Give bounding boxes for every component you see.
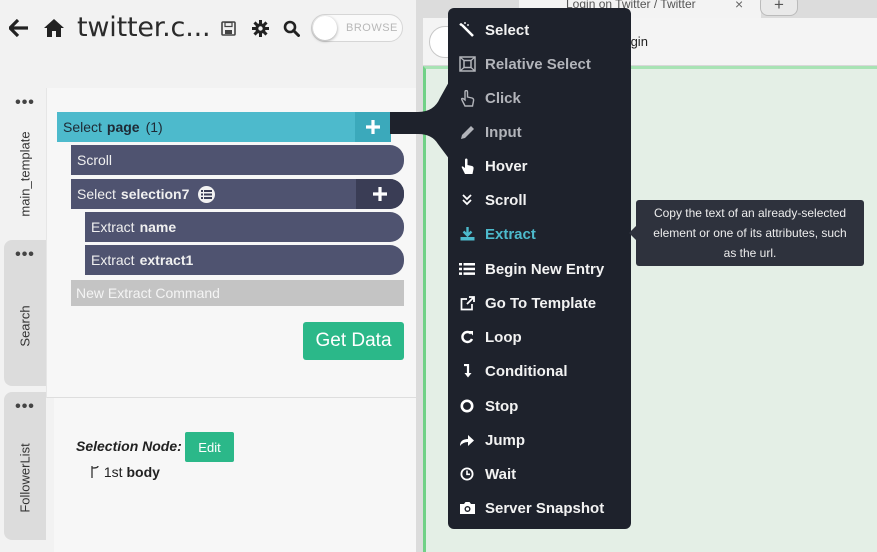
clock-icon <box>457 464 477 484</box>
command-type: Select <box>63 119 102 135</box>
camera-icon <box>457 498 477 518</box>
tab-menu-dots-icon[interactable]: ••• <box>4 95 46 111</box>
menu-item-wait[interactable]: Wait <box>448 457 631 491</box>
tab-menu-dots-icon[interactable]: ••• <box>4 399 46 415</box>
browse-label: BROWSE <box>346 22 398 34</box>
menu-item-input[interactable]: Input <box>448 115 631 149</box>
menu-item-jump[interactable]: Jump <box>448 423 631 457</box>
menu-item-label: Hover <box>485 157 528 175</box>
command-target: selection7 <box>120 186 190 202</box>
conditional-arrow-icon <box>457 361 477 381</box>
command-type: Extract <box>91 252 135 268</box>
command-select-selection7[interactable]: Select selection7 <box>71 179 404 209</box>
command-target: page <box>106 119 140 135</box>
menu-item-label: Scroll <box>485 191 527 209</box>
tab-menu-dots-icon[interactable]: ••• <box>4 247 46 263</box>
get-data-button[interactable]: Get Data <box>303 322 404 360</box>
search-icon[interactable] <box>281 14 301 42</box>
selection-path: 1st body <box>90 464 160 480</box>
share-arrow-icon <box>457 430 477 450</box>
list-icon[interactable] <box>198 185 216 203</box>
command-extract-name[interactable]: Extract name <box>85 212 404 242</box>
edit-selection-button[interactable]: Edit <box>185 432 234 462</box>
tab-label: Search <box>17 305 33 347</box>
gear-icon[interactable] <box>250 14 270 42</box>
toggle-knob <box>313 16 337 40</box>
menu-item-scroll[interactable]: Scroll <box>448 183 631 217</box>
selection-node-label: Selection Node: <box>76 438 182 454</box>
menu-item-label: Begin New Entry <box>485 260 605 278</box>
menu-item-click[interactable]: Click <box>448 81 631 115</box>
menu-item-conditional[interactable]: Conditional <box>448 354 631 388</box>
page-title: twitter.c... <box>77 12 211 43</box>
menu-item-label: Jump <box>485 431 526 449</box>
plus-icon <box>366 120 380 134</box>
menu-item-label: Relative Select <box>485 55 591 73</box>
relative-select-icon <box>457 54 477 74</box>
home-icon[interactable] <box>42 14 66 42</box>
tab-search[interactable]: ••• Search <box>4 240 46 386</box>
menu-item-label: Go To Template <box>485 294 597 312</box>
tab-label: main_template <box>17 131 33 217</box>
menu-item-go-to-template[interactable]: Go To Template <box>448 286 631 320</box>
tab-close-icon[interactable]: × <box>735 0 743 12</box>
command-type: Scroll <box>77 152 113 168</box>
menu-item-begin-new-entry[interactable]: Begin New Entry <box>448 252 631 286</box>
extract-tooltip: Copy the text of an already-selected ele… <box>636 200 864 266</box>
command-type: Select <box>77 186 116 202</box>
menu-item-server-snapshot[interactable]: Server Snapshot <box>448 491 631 525</box>
menu-item-extract[interactable]: Extract <box>448 217 631 251</box>
menu-item-label: Extract <box>485 225 536 243</box>
add-command-button[interactable] <box>355 112 391 142</box>
new-tab-button[interactable]: + <box>760 0 798 16</box>
command-select-page[interactable]: Select page (1) <box>57 112 391 142</box>
menu-item-label: Input <box>485 123 522 141</box>
command-target: extract1 <box>139 252 194 268</box>
menu-item-hover[interactable]: Hover <box>448 149 631 183</box>
pencil-icon <box>457 122 477 142</box>
menu-item-loop[interactable]: Loop <box>448 320 631 354</box>
menu-item-label: Stop <box>485 397 519 415</box>
tab-label: FollowerList <box>17 443 33 513</box>
selection-count: (1) <box>145 119 163 135</box>
top-toolbar: twitter.c... BROWSE <box>0 0 416 56</box>
plus-icon <box>373 187 387 201</box>
menu-item-select[interactable]: Select <box>448 13 631 47</box>
external-link-icon <box>457 293 477 313</box>
command-extract-extract1[interactable]: Extract extract1 <box>85 245 404 275</box>
left-panel: twitter.c... BROWSE ••• main_template ••… <box>0 0 416 552</box>
menu-item-stop[interactable]: Stop <box>448 389 631 423</box>
save-icon[interactable] <box>219 14 237 42</box>
command-target: name <box>139 219 177 235</box>
menu-item-label: Select <box>485 21 530 39</box>
menu-item-label: Conditional <box>485 362 568 380</box>
add-command-button[interactable] <box>356 179 404 209</box>
pointer-hand-icon <box>457 88 477 108</box>
command-dropdown-menu: Select Relative Select Click Input Hover… <box>448 8 631 529</box>
double-chevron-down-icon <box>457 190 477 210</box>
download-icon <box>457 224 477 244</box>
back-arrow-icon[interactable] <box>8 14 30 42</box>
list-icon <box>457 259 477 279</box>
tab-main-template[interactable]: ••• main_template <box>4 88 46 236</box>
stop-circle-icon <box>457 396 477 416</box>
command-type: Extract <box>91 219 135 235</box>
browse-mode-toggle[interactable]: BROWSE <box>311 14 403 42</box>
tab-follower-list[interactable]: ••• FollowerList <box>4 392 46 540</box>
path-ordinal: 1st <box>103 464 123 480</box>
menu-item-relative-select[interactable]: Relative Select <box>448 47 631 81</box>
path-element: body <box>126 464 160 480</box>
new-extract-command-input[interactable]: New Extract Command <box>71 280 404 306</box>
loop-icon <box>457 327 477 347</box>
branch-icon <box>91 465 99 478</box>
magic-wand-icon <box>457 20 477 40</box>
menu-item-label: Click <box>485 89 521 107</box>
menu-item-label: Loop <box>485 328 522 346</box>
tooltip-arrow <box>629 226 636 240</box>
command-scroll[interactable]: Scroll <box>71 145 404 175</box>
menu-item-label: Wait <box>485 465 517 483</box>
menu-item-label: Server Snapshot <box>485 499 605 517</box>
hover-hand-icon <box>457 156 477 176</box>
